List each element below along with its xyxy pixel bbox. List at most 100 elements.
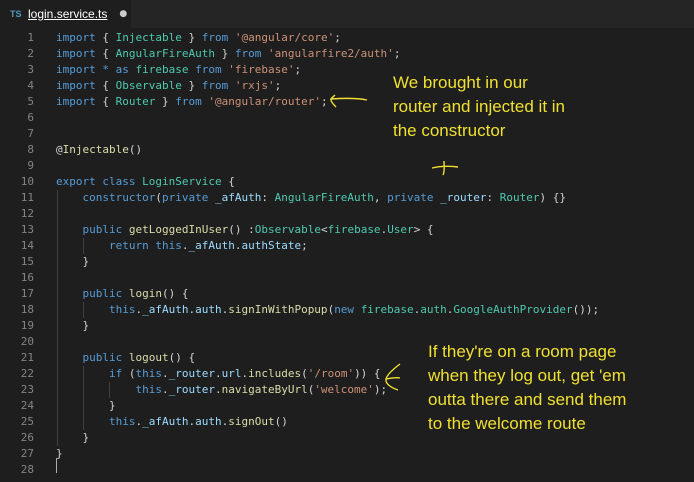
code-text: if (this._router.url.includes('/room')) … bbox=[56, 366, 381, 382]
code-token: '@angular/router' bbox=[208, 95, 321, 108]
code-token: import bbox=[56, 79, 96, 92]
code-token: public bbox=[82, 351, 123, 364]
code-token: import bbox=[56, 47, 96, 60]
code-token: () bbox=[274, 415, 288, 428]
annotation-logout: If they're on a room page when they log … bbox=[428, 340, 626, 436]
code-token: class bbox=[102, 175, 136, 188]
code-token: export bbox=[56, 175, 96, 188]
code-token: firebase bbox=[135, 63, 189, 76]
code-token: . bbox=[214, 367, 222, 380]
code-token: firebase bbox=[360, 303, 414, 316]
arrow-mark-icon bbox=[385, 363, 401, 391]
code-token: auth bbox=[195, 415, 222, 428]
line-number: 15 bbox=[20, 255, 34, 268]
code-line[interactable]: 18 this._afAuth.auth.signInWithPopup(new… bbox=[0, 302, 694, 318]
indent-guide bbox=[83, 238, 84, 254]
code-token: , bbox=[373, 191, 388, 204]
code-token: logout bbox=[128, 351, 169, 364]
code-token: _afAuth bbox=[214, 191, 262, 204]
code-token: : bbox=[486, 191, 500, 204]
code-line[interactable]: 12 bbox=[0, 206, 694, 222]
code-token: } bbox=[56, 255, 90, 268]
code-token: } bbox=[56, 399, 116, 412]
code-token: < bbox=[320, 223, 328, 236]
code-token: { bbox=[95, 47, 116, 60]
code-line[interactable]: 17 public login() { bbox=[0, 286, 694, 302]
code-token: Router bbox=[499, 191, 540, 204]
code-token: getLoggedInUser bbox=[128, 223, 229, 236]
code-token: . bbox=[214, 383, 222, 396]
text-cursor bbox=[56, 458, 57, 473]
arrow-down-mark-icon bbox=[431, 160, 459, 176]
code-line[interactable]: 16 bbox=[0, 270, 694, 286]
code-token: url bbox=[221, 367, 242, 380]
code-token: Injectable bbox=[62, 143, 129, 156]
code-token: ) {} bbox=[539, 191, 567, 204]
code-token: ; bbox=[334, 31, 341, 44]
line-number: 1 bbox=[27, 31, 34, 44]
code-line[interactable]: 8 @Injectable() bbox=[0, 142, 694, 158]
code-token: . bbox=[161, 383, 169, 396]
code-token: 'angularfire2/auth' bbox=[267, 47, 394, 60]
code-token: () { bbox=[162, 287, 189, 300]
code-line[interactable]: 11 constructor(private _afAuth: AngularF… bbox=[0, 190, 694, 206]
line-number: 28 bbox=[20, 463, 34, 476]
code-line[interactable]: 10 export class LoginService { bbox=[0, 174, 694, 190]
line-number: 3 bbox=[27, 63, 34, 76]
code-line[interactable]: 6 bbox=[0, 110, 694, 126]
annotation-line: the constructor bbox=[393, 121, 506, 140]
code-token: '@angular/core' bbox=[234, 31, 335, 44]
line-number: 12 bbox=[20, 207, 34, 220]
code-line[interactable]: 1 import { Injectable } from '@angular/co… bbox=[0, 30, 694, 46]
code-token: import bbox=[56, 31, 96, 44]
code-line[interactable]: 2 import { AngularFireAuth } from 'angula… bbox=[0, 46, 694, 62]
code-token: } bbox=[181, 79, 202, 92]
line-number: 14 bbox=[20, 239, 34, 252]
unsaved-dot-icon[interactable]: ● bbox=[119, 9, 127, 19]
code-token: _afAuth bbox=[188, 239, 235, 252]
code-token: * bbox=[102, 63, 109, 76]
code-line[interactable]: 27} bbox=[0, 446, 694, 462]
code-line[interactable]: 7 bbox=[0, 126, 694, 142]
code-token: ( bbox=[155, 191, 162, 204]
code-token: this bbox=[108, 415, 136, 428]
code-token: { bbox=[95, 79, 116, 92]
annotation-line: If they're on a room page bbox=[428, 342, 617, 361]
line-number: 2 bbox=[27, 47, 34, 60]
code-token: GoogleAuthProvider bbox=[453, 303, 573, 316]
code-token: _router bbox=[168, 367, 215, 380]
code-text: public getLoggedInUser() :Observable<fir… bbox=[56, 222, 434, 238]
code-token: this bbox=[108, 303, 136, 316]
line-number: 10 bbox=[20, 175, 34, 188]
code-text: import { AngularFireAuth } from 'angular… bbox=[56, 46, 400, 62]
line-number: 20 bbox=[20, 335, 34, 348]
code-line[interactable]: 15 } bbox=[0, 254, 694, 270]
code-text: } bbox=[56, 318, 89, 334]
code-line[interactable]: 19 } bbox=[0, 318, 694, 334]
code-text: this._router.navigateByUrl('welcome'); bbox=[56, 382, 387, 398]
typescript-file-icon: TS bbox=[10, 9, 22, 19]
code-line[interactable]: 13 public getLoggedInUser() :Observable<… bbox=[0, 222, 694, 238]
code-line[interactable]: 14 return this._afAuth.authState; bbox=[0, 238, 694, 254]
code-text: this._afAuth.auth.signInWithPopup(new fi… bbox=[56, 302, 599, 318]
code-token: User bbox=[387, 223, 414, 236]
code-token: ; bbox=[301, 239, 308, 252]
line-number: 11 bbox=[20, 191, 34, 204]
code-token: ( bbox=[122, 367, 136, 380]
line-number: 8 bbox=[27, 143, 34, 156]
code-line[interactable]: 9 bbox=[0, 158, 694, 174]
code-token: _afAuth bbox=[142, 303, 189, 316]
tab-login-service[interactable]: TS login.service.ts ● bbox=[0, 0, 131, 29]
code-token: ; bbox=[393, 47, 401, 60]
code-token: _router bbox=[168, 383, 215, 396]
code-token: constructor bbox=[82, 191, 156, 204]
code-line[interactable]: 3 import * as firebase from 'firebase'; bbox=[0, 62, 694, 78]
code-line[interactable]: 28 bbox=[0, 462, 694, 478]
code-token: } bbox=[155, 95, 176, 108]
line-number: 27 bbox=[20, 447, 34, 460]
code-token: () { bbox=[168, 351, 196, 364]
indent-guide bbox=[57, 190, 58, 446]
